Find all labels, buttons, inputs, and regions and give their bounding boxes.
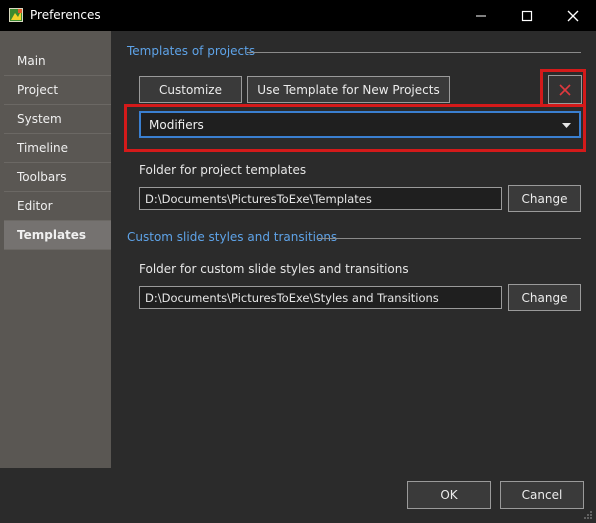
styles-folder-field[interactable]: D:\Documents\PicturesToExe\Styles and Tr… xyxy=(139,286,502,309)
sidebar-item-project[interactable]: Project xyxy=(4,76,111,105)
cancel-button[interactable]: Cancel xyxy=(500,481,584,509)
highlight-frame-top-edge xyxy=(124,104,543,107)
sidebar-item-timeline[interactable]: Timeline xyxy=(4,134,111,163)
styles-folder-label: Folder for custom slide styles and trans… xyxy=(139,262,409,276)
sidebar-item-label: Toolbars xyxy=(17,170,67,184)
minimize-icon xyxy=(476,15,486,16)
section-title-styles: Custom slide styles and transitions xyxy=(127,230,338,244)
sidebar-item-templates[interactable]: Templates xyxy=(4,221,111,250)
close-icon xyxy=(567,10,579,21)
delete-icon xyxy=(559,83,571,96)
sidebar: Main Project System Timeline Toolbars Ed… xyxy=(0,31,111,468)
sidebar-item-toolbars[interactable]: Toolbars xyxy=(4,163,111,192)
close-window-button[interactable] xyxy=(550,0,596,31)
sidebar-item-label: System xyxy=(17,112,62,126)
sidebar-item-label: Main xyxy=(17,54,46,68)
window-title: Preferences xyxy=(30,8,101,22)
change-templates-folder-button[interactable]: Change xyxy=(508,185,581,212)
sidebar-item-system[interactable]: System xyxy=(4,105,111,134)
sidebar-item-label: Timeline xyxy=(17,141,69,155)
template-select[interactable]: Modifiers xyxy=(139,111,581,138)
change-styles-folder-button[interactable]: Change xyxy=(508,284,581,311)
sidebar-item-main[interactable]: Main xyxy=(4,47,111,76)
sidebar-item-label: Editor xyxy=(17,199,53,213)
project-templates-folder-label: Folder for project templates xyxy=(139,163,307,177)
resize-grip-icon[interactable] xyxy=(583,510,593,520)
section-divider xyxy=(317,238,581,239)
project-templates-folder-field[interactable]: D:\Documents\PicturesToExe\Templates xyxy=(139,187,502,210)
delete-template-button[interactable] xyxy=(548,75,582,104)
app-icon xyxy=(9,8,23,22)
maximize-icon xyxy=(521,10,533,21)
use-template-button[interactable]: Use Template for New Projects xyxy=(247,76,450,103)
minimize-button[interactable] xyxy=(458,0,504,31)
sidebar-item-label: Project xyxy=(17,83,59,97)
section-divider xyxy=(247,52,581,53)
ok-button[interactable]: OK xyxy=(407,481,491,509)
sidebar-item-editor[interactable]: Editor xyxy=(4,192,111,221)
sidebar-item-label: Templates xyxy=(17,228,87,242)
chevron-down-icon xyxy=(562,123,571,128)
section-title-templates: Templates of projects xyxy=(127,44,256,58)
dialog-footer: OK Cancel xyxy=(0,468,596,523)
template-select-value: Modifiers xyxy=(149,117,204,132)
maximize-button[interactable] xyxy=(504,0,550,31)
customize-button[interactable]: Customize xyxy=(139,76,242,103)
title-bar: Preferences xyxy=(0,0,596,31)
